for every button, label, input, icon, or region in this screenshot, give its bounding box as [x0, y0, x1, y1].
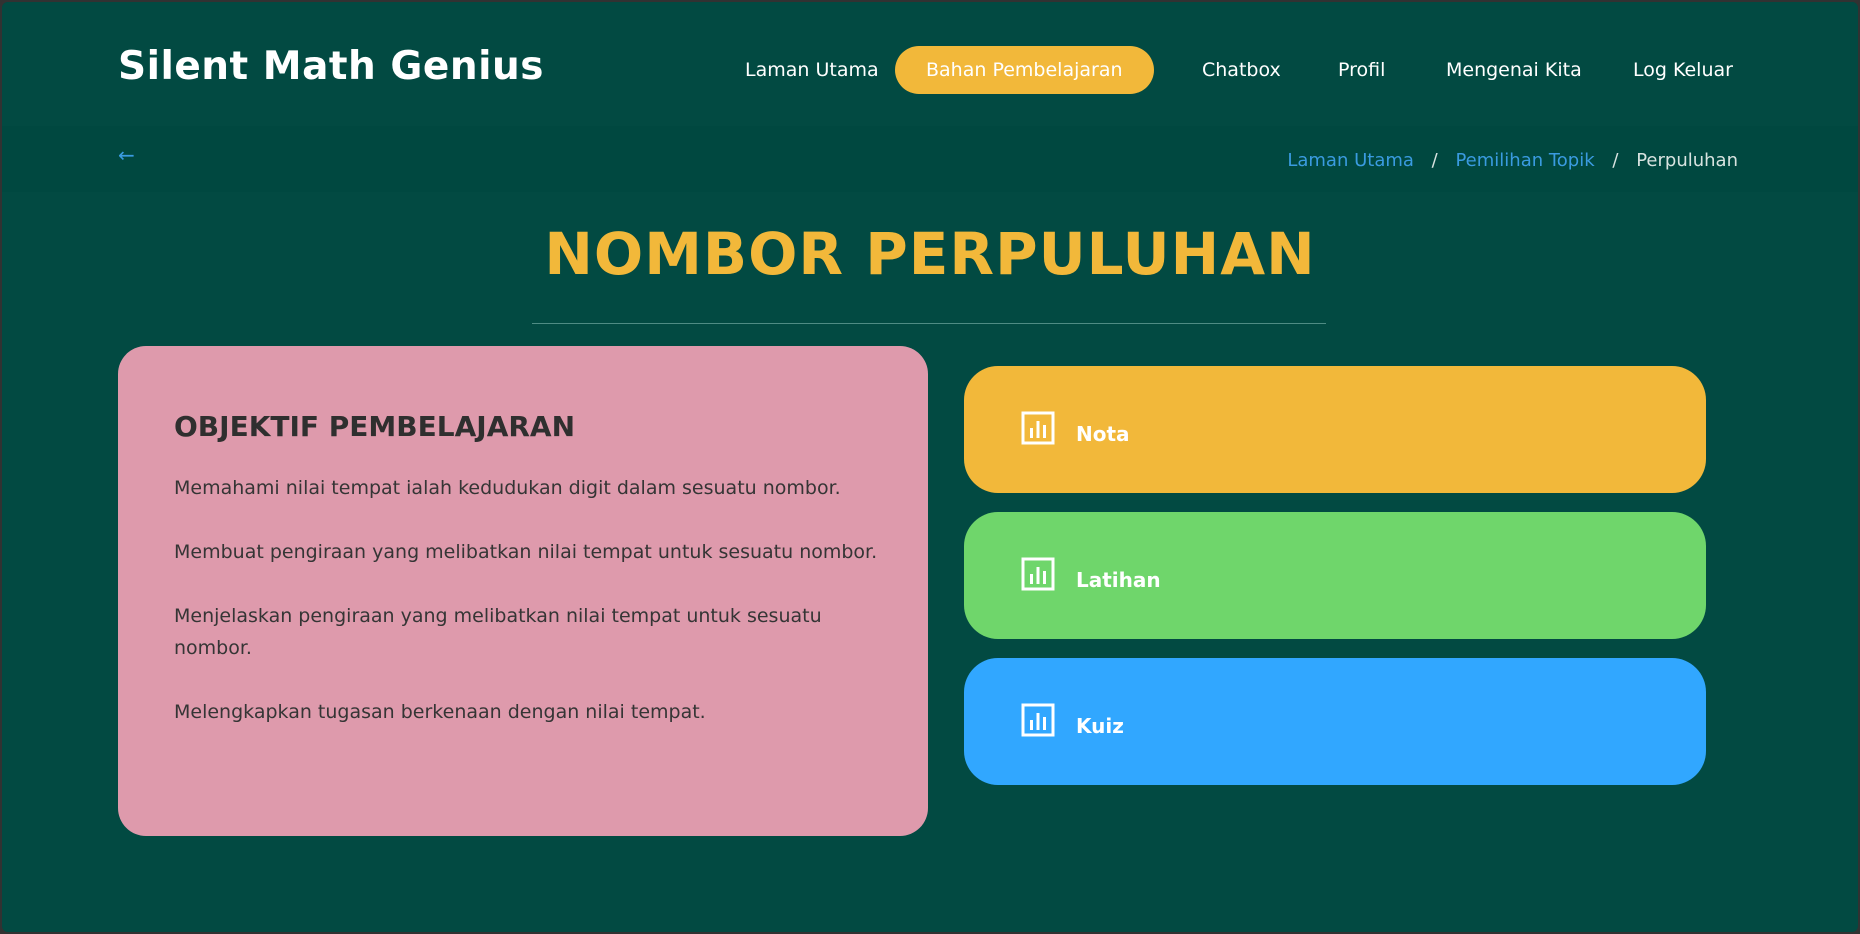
nav-profil[interactable]: Profil [1338, 46, 1385, 94]
nav-mengenai-kita[interactable]: Mengenai Kita [1446, 46, 1582, 94]
bar-chart-icon [1021, 703, 1055, 737]
arrow-left-icon[interactable]: ← [118, 143, 135, 167]
breadcrumb: Laman Utama / Pemilihan Topik / Perpuluh… [1287, 150, 1738, 171]
objective-item: Memahami nilai tempat ialah kedudukan di… [174, 477, 841, 499]
breadcrumb-pemilihan-topik[interactable]: Pemilihan Topik [1455, 150, 1594, 171]
nav-bahan-pembelajaran[interactable]: Bahan Pembelajaran [895, 46, 1154, 94]
header: Silent Math Genius Laman Utama Bahan Pem… [2, 2, 1858, 126]
topic-kuiz-button[interactable]: Kuiz [964, 658, 1706, 785]
nav-laman-utama[interactable]: Laman Utama [745, 46, 879, 94]
title-divider [532, 323, 1326, 324]
main-nav: Laman Utama Bahan Pembelajaran Chatbox P… [2, 46, 1858, 94]
app-frame: Silent Math Genius Laman Utama Bahan Pem… [2, 2, 1858, 932]
bar-chart-icon [1021, 411, 1055, 445]
objectives-card: OBJEKTIF PEMBELAJARAN Memahami nilai tem… [118, 346, 928, 836]
topic-nota-button[interactable]: Nota [964, 366, 1706, 493]
objectives-heading: OBJEKTIF PEMBELAJARAN [174, 410, 576, 443]
objective-item: Melengkapkan tugasan berkenaan dengan ni… [174, 701, 706, 723]
breadcrumb-separator: / [1431, 150, 1438, 171]
breadcrumb-current: Perpuluhan [1636, 150, 1738, 171]
breadcrumb-laman-utama[interactable]: Laman Utama [1287, 150, 1414, 171]
topic-kuiz-label: Kuiz [1076, 714, 1124, 738]
objective-item: Menjelaskan pengiraan yang melibatkan ni… [174, 605, 822, 659]
topic-nota-label: Nota [1076, 422, 1130, 446]
objective-item: Membuat pengiraan yang melibatkan nilai … [174, 541, 878, 563]
bar-chart-icon [1021, 557, 1055, 591]
nav-chatbox[interactable]: Chatbox [1202, 46, 1281, 94]
breadcrumb-bar: ← Laman Utama / Pemilihan Topik / Perpul… [2, 126, 1858, 192]
breadcrumb-separator: / [1612, 150, 1619, 171]
topic-latihan-button[interactable]: Latihan [964, 512, 1706, 639]
nav-log-keluar[interactable]: Log Keluar [1633, 46, 1733, 94]
page-title: NOMBOR PERPULUHAN [544, 220, 1316, 288]
objectives-list: Memahami nilai tempat ialah kedudukan di… [174, 472, 889, 760]
topic-latihan-label: Latihan [1076, 568, 1161, 592]
